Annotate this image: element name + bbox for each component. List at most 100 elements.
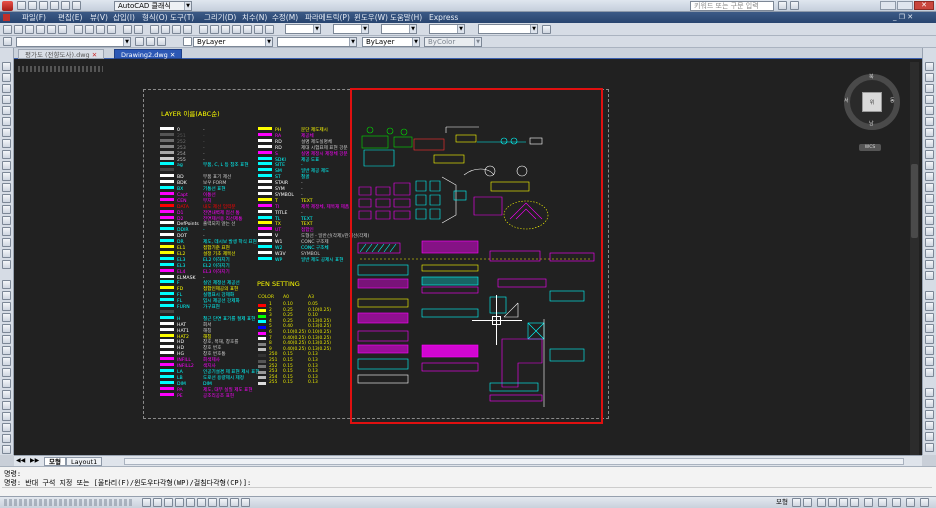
zoom-previous-icon[interactable] xyxy=(183,25,192,34)
linear-dim-icon[interactable] xyxy=(925,62,934,71)
help-tool-icon[interactable] xyxy=(265,25,274,34)
inspection-icon[interactable] xyxy=(925,227,934,236)
design-center-icon[interactable] xyxy=(210,25,219,34)
compass-west[interactable]: 서 xyxy=(844,97,849,104)
jogged-linear-icon[interactable] xyxy=(925,238,934,247)
copy-object-icon[interactable] xyxy=(2,291,11,300)
menu-format[interactable]: 형식(O) xyxy=(142,12,168,23)
osnap-toggle[interactable] xyxy=(186,498,195,507)
copy-icon[interactable] xyxy=(85,25,94,34)
polygon-icon[interactable] xyxy=(2,95,11,104)
compass-east[interactable]: 동 xyxy=(890,97,895,104)
layer-combo[interactable]: ▼ xyxy=(16,37,131,47)
explode-icon[interactable] xyxy=(2,445,11,454)
point-icon[interactable] xyxy=(2,205,11,214)
osnap-nearest-icon[interactable] xyxy=(925,443,934,452)
command-window[interactable]: 명령: 명령: 반대 구석 지정 또는 [울타리(F)/윈도우다각형(WP)/걸… xyxy=(0,466,936,496)
quick-dim-icon[interactable] xyxy=(925,150,934,159)
command-input[interactable] xyxy=(2,487,932,495)
compass-south[interactable]: 남 xyxy=(869,120,874,127)
array-icon[interactable] xyxy=(2,324,11,333)
dim-style-combo[interactable]: ▼ xyxy=(333,24,369,34)
workspace-settings-icon[interactable] xyxy=(542,25,551,34)
close-icon[interactable]: ✕ xyxy=(170,51,175,59)
new-icon[interactable] xyxy=(17,1,26,10)
polar-toggle[interactable] xyxy=(175,498,184,507)
viewcube-face[interactable]: 위 xyxy=(862,92,882,112)
match-properties-icon[interactable] xyxy=(107,25,116,34)
mirror-icon[interactable] xyxy=(2,302,11,311)
menu-insert[interactable]: 삽입(I) xyxy=(113,12,135,23)
open-file-icon[interactable] xyxy=(14,25,23,34)
dim-style-icon[interactable] xyxy=(925,291,934,300)
table-icon[interactable] xyxy=(2,249,11,258)
tab-model[interactable]: 모형 xyxy=(44,457,66,466)
preview-icon[interactable] xyxy=(47,25,56,34)
undo-icon[interactable] xyxy=(50,1,59,10)
baseline-dim-icon[interactable] xyxy=(925,161,934,170)
diameter-dim-icon[interactable] xyxy=(925,128,934,137)
erase-icon[interactable] xyxy=(2,280,11,289)
quick-view-drawings-icon[interactable] xyxy=(803,498,812,507)
viewcube[interactable]: 위 북 남 동 서 xyxy=(844,74,900,130)
ducs-toggle[interactable] xyxy=(208,498,217,507)
layer-properties-icon[interactable] xyxy=(3,37,12,46)
dim-text-edit-icon[interactable] xyxy=(925,260,934,269)
workspace-combo[interactable]: AutoCAD 클래식 ▼ xyxy=(114,1,192,11)
ordinate-dim-icon[interactable] xyxy=(925,95,934,104)
osnap-center-icon[interactable] xyxy=(925,421,934,430)
drawing-canvas[interactable]: LAYER 이름(ABC순) 0-251-252-253-254-255- ag 부… xyxy=(14,59,922,456)
maximize-button[interactable] xyxy=(897,1,913,10)
tolerance-icon[interactable] xyxy=(925,205,934,214)
dyn-toggle[interactable] xyxy=(219,498,228,507)
properties-icon[interactable] xyxy=(199,25,208,34)
menu-window[interactable]: 윈도우(W) xyxy=(354,12,388,23)
ellipse-arc-icon[interactable] xyxy=(2,172,11,181)
quick-view-layouts-icon[interactable] xyxy=(792,498,801,507)
steering-wheel-icon[interactable] xyxy=(839,498,848,507)
offset-icon[interactable] xyxy=(2,313,11,322)
ortho-toggle[interactable] xyxy=(164,498,173,507)
menu-modify[interactable]: 수정(M) xyxy=(272,12,298,23)
menu-parametric[interactable]: 파라메트릭(P) xyxy=(305,12,350,23)
zoom-out-icon[interactable] xyxy=(925,313,934,322)
scale-icon[interactable] xyxy=(2,357,11,366)
insert-block-icon[interactable] xyxy=(2,183,11,192)
markup-icon[interactable] xyxy=(243,25,252,34)
osnap-intersection-icon[interactable] xyxy=(925,410,934,419)
chamfer-icon[interactable] xyxy=(2,423,11,432)
text-style-combo[interactable]: ▼ xyxy=(285,24,321,34)
trim-icon[interactable] xyxy=(2,379,11,388)
dim-break-icon[interactable] xyxy=(925,194,934,203)
revision-cloud-icon[interactable] xyxy=(2,139,11,148)
rotate-icon[interactable] xyxy=(2,346,11,355)
menu-help[interactable]: 도움말(H) xyxy=(390,12,422,23)
otrack-toggle[interactable] xyxy=(197,498,206,507)
make-current-icon[interactable] xyxy=(135,37,144,46)
lwt-toggle[interactable] xyxy=(230,498,239,507)
minimize-button[interactable] xyxy=(880,1,896,10)
zoom-extents-icon[interactable] xyxy=(925,335,934,344)
workspace-toolbar-combo[interactable]: ▼ xyxy=(478,24,538,34)
dim-edit-icon[interactable] xyxy=(925,249,934,258)
sheet-set-icon[interactable] xyxy=(232,25,241,34)
undo-tool-icon[interactable] xyxy=(123,25,132,34)
menu-express[interactable]: Express xyxy=(429,12,458,23)
layer-states-icon[interactable] xyxy=(157,37,166,46)
lineweight-combo[interactable]: ByLayer ▼ xyxy=(362,37,420,47)
pan-status-icon[interactable] xyxy=(817,498,826,507)
fillet-icon[interactable] xyxy=(2,434,11,443)
menu-tools[interactable]: 도구(T) xyxy=(170,12,194,23)
vertical-scrollbar[interactable] xyxy=(910,62,919,456)
zoom-object-icon[interactable] xyxy=(925,368,934,377)
plotstyle-combo[interactable]: ByColor ▼ xyxy=(424,37,482,47)
isolate-icon[interactable] xyxy=(906,498,915,507)
stretch-icon[interactable] xyxy=(2,368,11,377)
compass-north[interactable]: 북 xyxy=(869,73,874,80)
angular-dim-icon[interactable] xyxy=(925,139,934,148)
lock-icon[interactable] xyxy=(892,498,901,507)
doc-tab-1[interactable]: 평가도 (전향도사).dwg ✕ xyxy=(18,49,105,59)
publish-icon[interactable] xyxy=(58,25,67,34)
zoom-realtime-icon[interactable] xyxy=(161,25,170,34)
dim-update-icon[interactable] xyxy=(925,271,934,280)
